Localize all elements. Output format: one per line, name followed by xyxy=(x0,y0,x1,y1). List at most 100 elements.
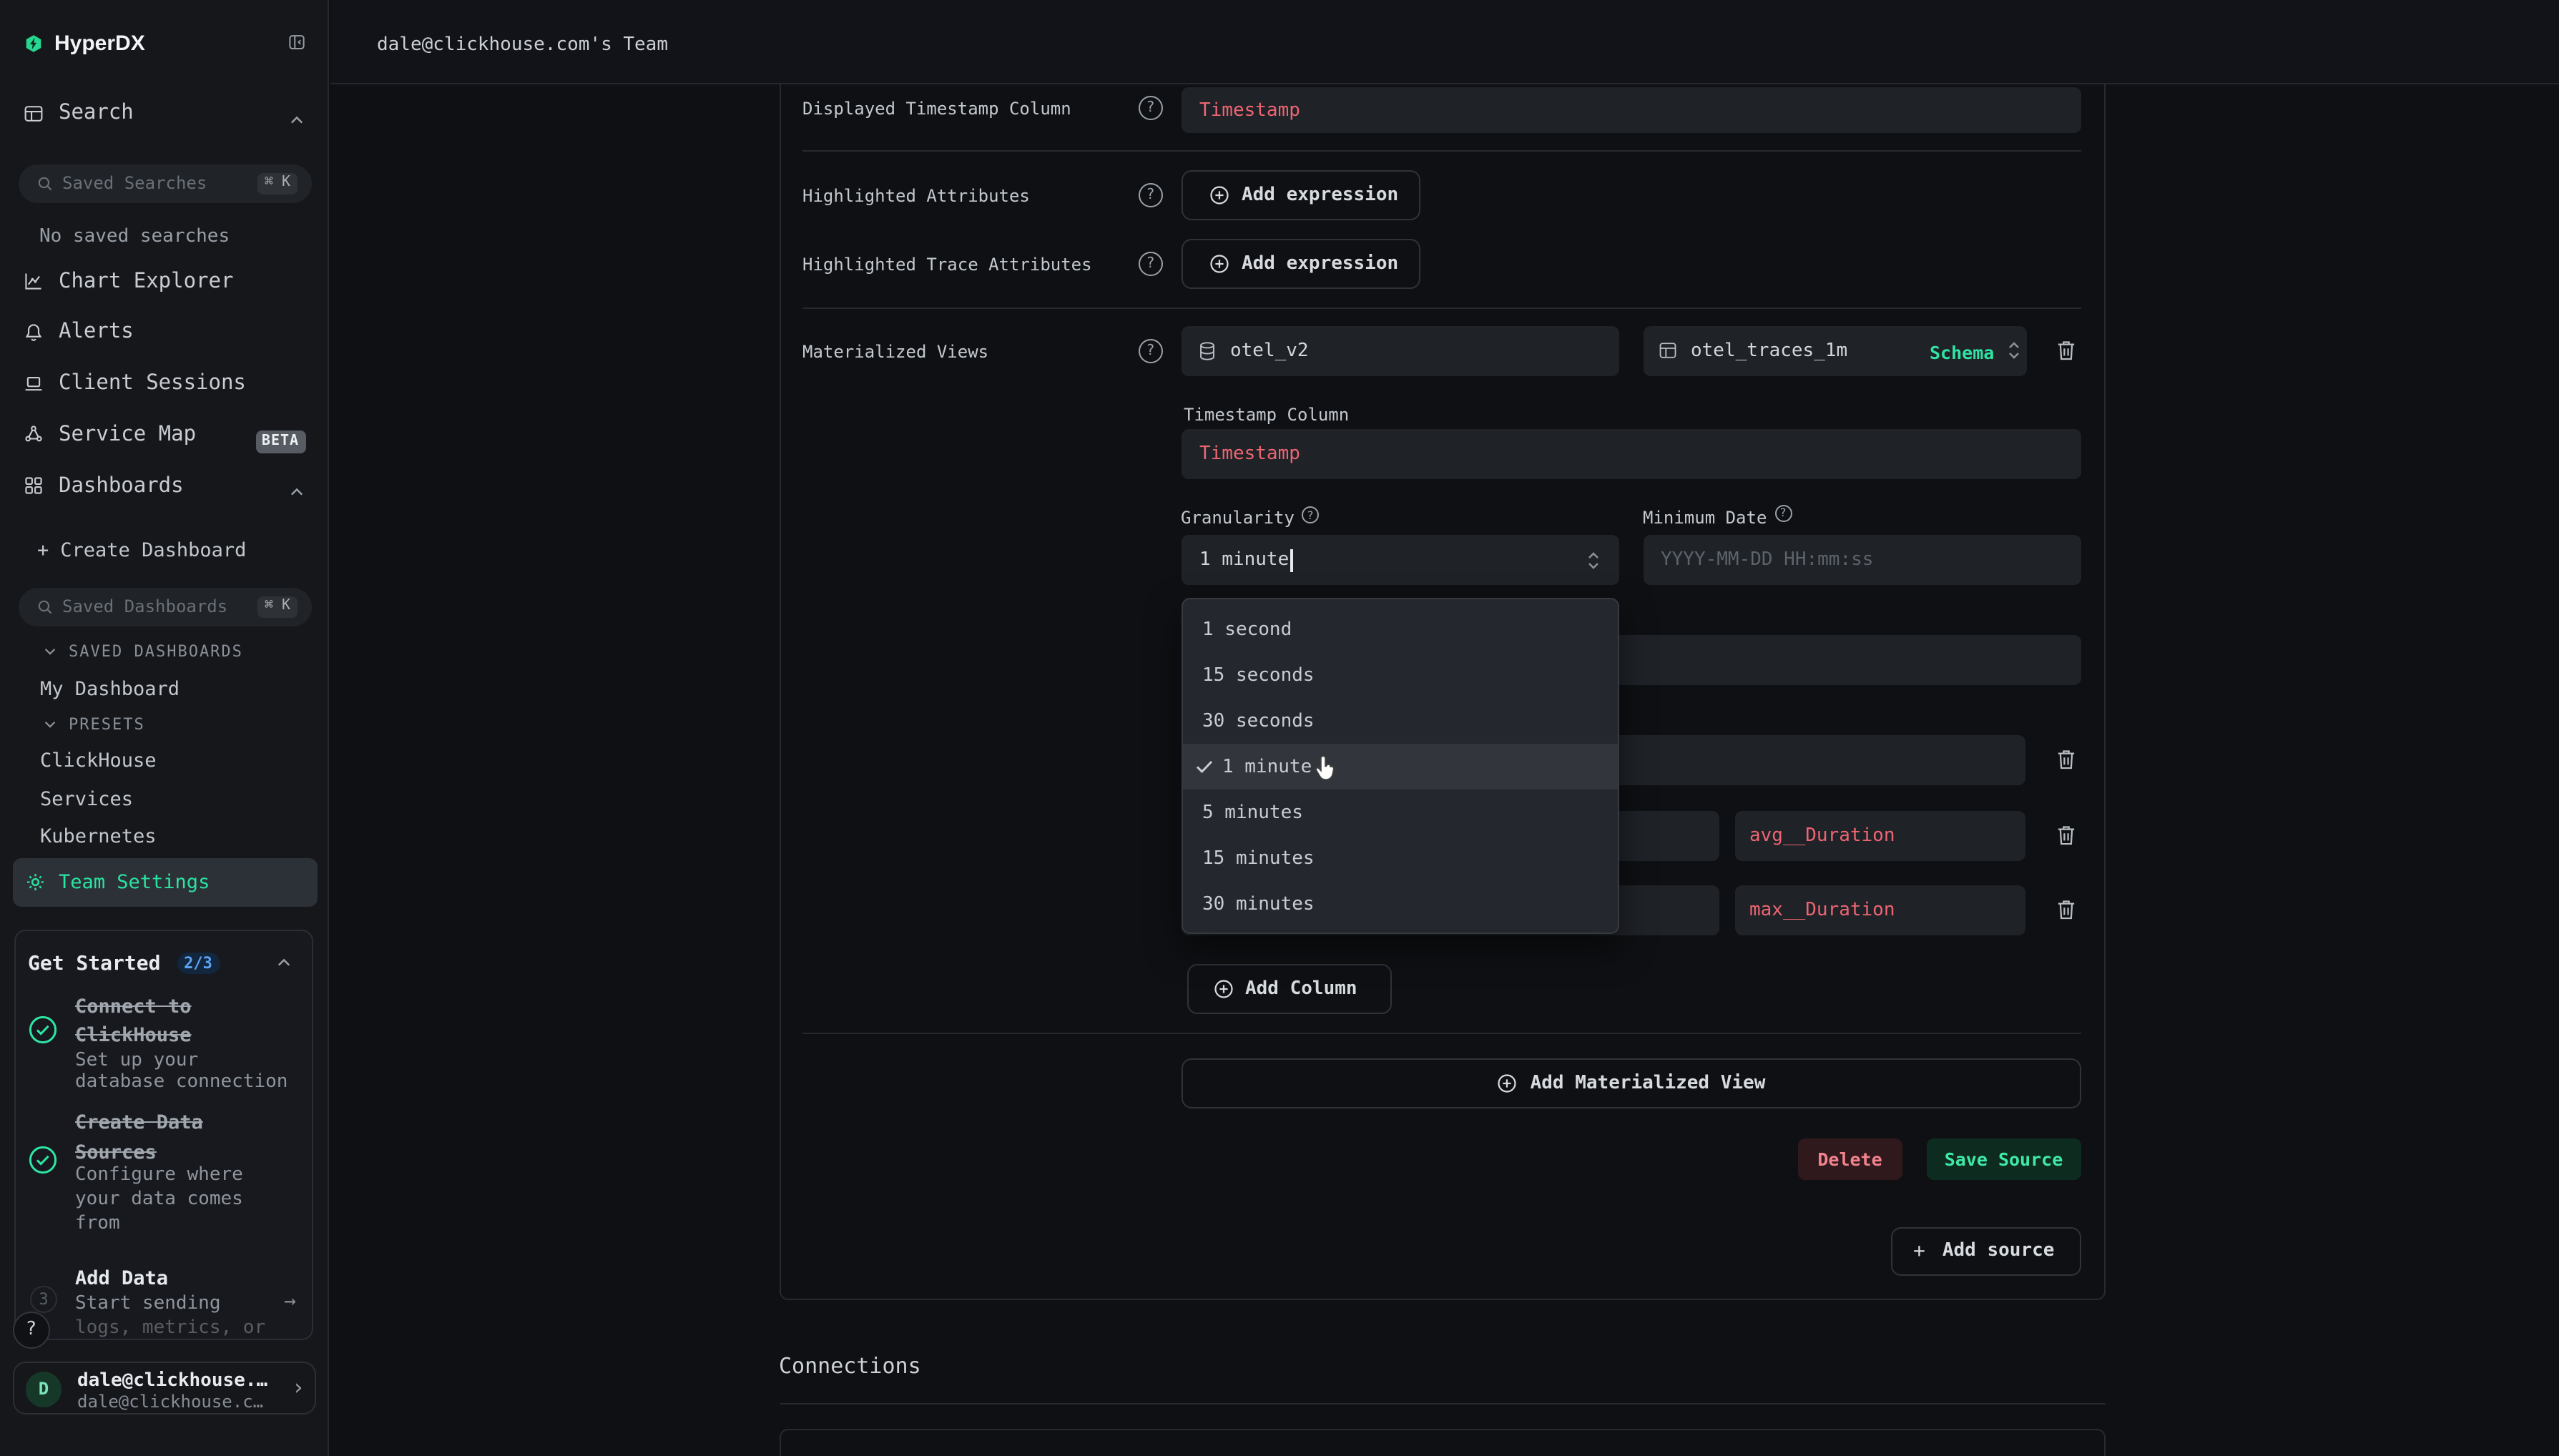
help-icon[interactable]: ? xyxy=(1138,95,1163,120)
database-select[interactable]: otel_v2 xyxy=(1182,326,1619,375)
delete-row-trash-icon[interactable] xyxy=(2056,824,2075,847)
add-expression-button[interactable]: Add expression xyxy=(1182,170,1420,220)
circle-plus-icon xyxy=(1210,255,1229,273)
step-title[interactable]: Create Data xyxy=(75,1111,203,1134)
help-button[interactable]: ? xyxy=(12,1311,50,1349)
column-alias-value: avg__Duration xyxy=(1749,825,1895,846)
step-number-badge: 3 xyxy=(30,1286,57,1313)
step-desc: your data comes xyxy=(75,1189,243,1210)
select-chevrons-icon xyxy=(2008,342,2020,359)
column-alias-input[interactable]: max__Duration xyxy=(1735,885,2025,935)
help-icon[interactable]: ? xyxy=(1138,251,1163,276)
step-title[interactable]: Add Data xyxy=(75,1267,168,1290)
page-title: dale@clickhouse.com's Team xyxy=(377,34,668,56)
mouse-cursor xyxy=(1313,755,1337,784)
add-expression-button[interactable]: Add expression xyxy=(1182,239,1420,289)
highlighted-trace-attributes-label: Highlighted Trace Attributes xyxy=(802,255,1092,275)
sidebar-item-team-settings[interactable]: Team Settings xyxy=(13,858,317,906)
highlighted-attributes-label: Highlighted Attributes xyxy=(802,186,1030,206)
dropdown-option[interactable]: 30 minutes xyxy=(1182,881,1618,927)
dropdown-option[interactable]: 15 seconds xyxy=(1182,652,1618,698)
sidebar-item-label: Client Sessions xyxy=(59,372,246,395)
sidebar-item-alerts[interactable]: Alerts xyxy=(24,320,134,343)
sidebar-item-chart-explorer[interactable]: Chart Explorer xyxy=(24,270,233,292)
help-icon[interactable]: ? xyxy=(1138,338,1163,363)
team-settings-label: Team Settings xyxy=(59,871,210,894)
sidebar-item-clickhouse[interactable]: ClickHouse xyxy=(40,749,157,772)
divider xyxy=(802,1032,2081,1033)
sidebar-item-label: Alerts xyxy=(59,320,134,343)
step-desc: Start sending xyxy=(75,1292,221,1314)
minimum-date-input[interactable]: YYYY-MM-DD HH:mm:ss xyxy=(1644,535,2081,585)
sidebar-item-label: Service Map xyxy=(59,423,196,446)
search-collapse-chevron-icon[interactable] xyxy=(290,116,303,124)
step-desc: Configure where xyxy=(75,1164,243,1186)
delete-row-trash-icon[interactable] xyxy=(2056,897,2075,920)
add-materialized-view-button[interactable]: Add Materialized View xyxy=(1182,1058,2081,1108)
beta-badge: BETA xyxy=(255,430,305,453)
dropdown-option[interactable]: 5 minutes xyxy=(1182,790,1618,835)
chart-explorer-icon xyxy=(24,272,43,290)
column-alias-input[interactable]: avg__Duration xyxy=(1735,810,2025,860)
step-desc: database connection xyxy=(75,1071,288,1093)
user-name: dale@clickhouse.… xyxy=(77,1370,267,1392)
get-started-collapse-chevron-icon[interactable] xyxy=(277,958,290,967)
check-icon xyxy=(1195,759,1212,774)
sidebar-item-my-dashboard[interactable]: My Dashboard xyxy=(40,677,180,700)
get-started-title: Get Started xyxy=(28,953,160,975)
timestamp-column-input[interactable]: Timestamp xyxy=(1181,429,2081,479)
laptop-icon xyxy=(24,374,43,393)
help-icon[interactable]: ? xyxy=(1138,182,1163,207)
sidebar-item-dashboards[interactable]: Dashboards xyxy=(24,474,184,497)
circle-plus-icon xyxy=(1498,1073,1516,1092)
sidebar-item-search[interactable]: Search xyxy=(24,102,134,124)
saved-dashboards-input[interactable]: Saved Dashboards ⌘ K xyxy=(18,587,312,626)
delete-row-trash-icon[interactable] xyxy=(2056,748,2075,771)
circle-plus-icon xyxy=(1214,980,1232,998)
step-title[interactable]: ClickHouse xyxy=(75,1024,192,1047)
search-icon xyxy=(36,176,52,192)
add-column-button[interactable]: Add Column xyxy=(1187,964,1391,1014)
displayed-timestamp-input[interactable]: Timestamp xyxy=(1181,87,2081,133)
granularity-value: 1 minute xyxy=(1199,549,1289,571)
dropdown-option-selected[interactable]: 1 minute xyxy=(1182,744,1618,790)
user-email: dale@clickhouse.c… xyxy=(77,1391,263,1411)
timestamp-column-value: Timestamp xyxy=(1199,443,1300,465)
user-menu[interactable]: D dale@clickhouse.… dale@clickhouse.c… › xyxy=(13,1361,315,1414)
add-source-button[interactable]: + Add source xyxy=(1890,1226,2081,1276)
sidebar-item-label: Chart Explorer xyxy=(59,270,233,292)
arrow-right-icon: → xyxy=(284,1290,296,1313)
save-source-button[interactable]: Save Source xyxy=(1926,1138,2081,1179)
schema-link[interactable]: Schema xyxy=(1930,341,1994,363)
plus-icon: + xyxy=(1913,1240,1925,1263)
step-desc: Set up your xyxy=(75,1049,198,1071)
sidebar-item-kubernetes[interactable]: Kubernetes xyxy=(40,825,157,847)
table-select-value: otel_traces_1m xyxy=(1691,340,1847,362)
step-desc: from xyxy=(75,1213,120,1234)
sidebar-item-service-map[interactable]: Service Map xyxy=(24,423,196,446)
info-icon[interactable]: ? xyxy=(1302,506,1319,523)
collapse-sidebar-icon[interactable] xyxy=(289,34,305,50)
connections-card xyxy=(779,1429,2106,1456)
sidebar-item-services[interactable]: Services xyxy=(40,787,133,810)
dropdown-option[interactable]: 15 minutes xyxy=(1182,835,1618,881)
presets-group[interactable]: PRESETS xyxy=(44,714,145,733)
step-title[interactable]: Connect to xyxy=(75,995,192,1018)
step-done-icon xyxy=(29,1145,57,1174)
sidebar-item-client-sessions[interactable]: Client Sessions xyxy=(24,372,246,395)
step-title[interactable]: Sources xyxy=(75,1141,157,1164)
dropdown-option[interactable]: 1 second xyxy=(1182,606,1618,652)
create-dashboard-label: Create Dashboard xyxy=(60,539,246,562)
dropdown-option[interactable]: 30 seconds xyxy=(1182,698,1618,744)
granularity-select[interactable]: 1 minute xyxy=(1181,535,1619,585)
info-icon[interactable]: ? xyxy=(1774,504,1792,521)
divider xyxy=(802,307,2081,308)
dashboards-collapse-chevron-icon[interactable] xyxy=(290,488,303,496)
sidebar-item-label: Search xyxy=(59,102,134,124)
column-alias-value: max__Duration xyxy=(1749,899,1895,920)
create-dashboard-button[interactable]: + Create Dashboard xyxy=(37,539,246,562)
saved-dashboards-group[interactable]: SAVED DASHBOARDS xyxy=(44,642,243,661)
delete-button[interactable]: Delete xyxy=(1797,1138,1902,1179)
saved-searches-input[interactable]: Saved Searches ⌘ K xyxy=(18,164,312,203)
delete-view-trash-icon[interactable] xyxy=(2056,339,2075,362)
